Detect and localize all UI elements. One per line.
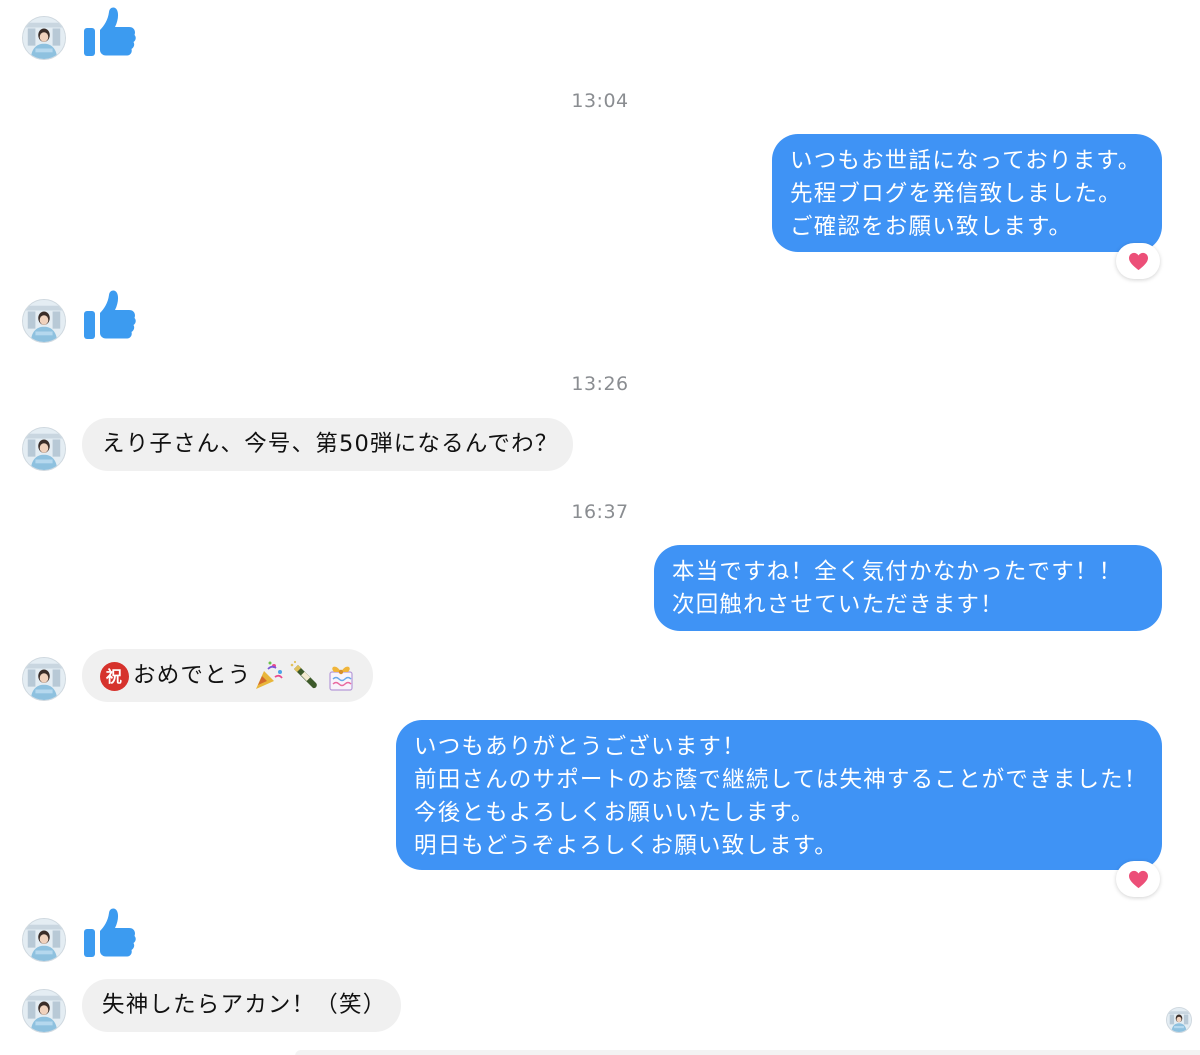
message-line: 本当ですね！全く気付かなかったです！！ (672, 559, 1123, 585)
contact-avatar[interactable] (22, 16, 66, 60)
message-line: いつもありがとうございます！ (414, 734, 746, 760)
composer-edge (295, 1050, 1200, 1055)
timestamp: 16:37 (571, 501, 629, 523)
outgoing-message[interactable]: いつもお世話になっております。 先程ブログを発信致しました。 ご確認をお願い致し… (772, 134, 1162, 252)
message-line: 明日もどうぞよろしくお願い致します。 (414, 833, 838, 859)
thumbs-up-icon (80, 905, 138, 963)
outgoing-message[interactable]: 本当ですね！全く気付かなかったです！！ 次回触れさせていただきます！ (654, 545, 1162, 631)
thumbs-up-icon (80, 287, 138, 345)
timestamp: 13:04 (571, 90, 629, 112)
heart-icon (1128, 252, 1149, 271)
heart-reaction[interactable] (1116, 243, 1160, 279)
champagne-icon (290, 660, 317, 689)
message-text: えり子さん、今号、第50弾になるんでわ？ (102, 431, 559, 457)
incoming-message[interactable]: 祝おめでとう (82, 649, 373, 702)
heart-reaction[interactable] (1116, 861, 1160, 897)
incoming-message[interactable]: 失神したらアカン！（笑） (82, 979, 401, 1032)
message-text: 失神したらアカン！（笑） (102, 992, 387, 1018)
message-line: 先程ブログを発信致しました。 (790, 181, 1122, 207)
gift-ribbon-icon (328, 666, 353, 691)
message-line: 次回触れさせていただきます！ (672, 592, 1004, 618)
contact-avatar[interactable] (22, 918, 66, 962)
message-line: 前田さんのサポートのお蔭で継続しては失神することができました！ (414, 767, 1148, 793)
timestamp: 13:26 (571, 373, 629, 395)
read-receipt-avatar (1166, 1007, 1192, 1033)
message-line: いつもお世話になっております。 (790, 148, 1142, 174)
celebration-badge-icon: 祝 (100, 661, 129, 691)
contact-avatar[interactable] (22, 299, 66, 343)
incoming-message[interactable]: えり子さん、今号、第50弾になるんでわ？ (82, 418, 573, 471)
party-popper-icon (255, 661, 283, 689)
contact-avatar[interactable] (22, 427, 66, 471)
message-line: ご確認をお願い致します。 (790, 214, 1073, 240)
outgoing-message[interactable]: いつもありがとうございます！ 前田さんのサポートのお蔭で継続しては失神することが… (396, 720, 1162, 870)
contact-avatar[interactable] (22, 989, 66, 1033)
thumbs-up-icon (80, 4, 138, 62)
contact-avatar[interactable] (22, 657, 66, 701)
heart-icon (1128, 870, 1149, 889)
message-text: おめでとう (133, 662, 252, 689)
message-line: 今後ともよろしくお願いいたします。 (414, 800, 815, 826)
